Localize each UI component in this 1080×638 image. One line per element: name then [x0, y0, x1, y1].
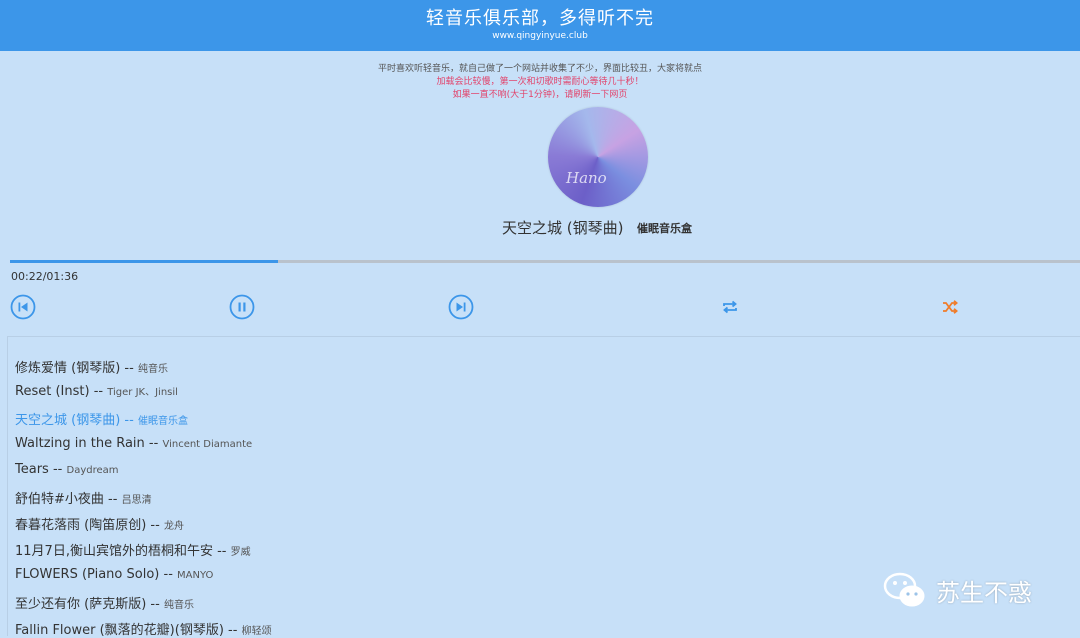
playlist-item-artist: Tiger JK、Jinsil — [107, 387, 178, 398]
playlist-item-artist: Daydream — [66, 465, 119, 476]
playlist-item-artist: MANYO — [177, 570, 214, 581]
playlist-item[interactable]: 舒伯特#小夜曲 -- 吕思清 — [15, 488, 152, 507]
playlist-item-separator: -- — [148, 436, 159, 451]
playlist-item-separator: -- — [124, 413, 134, 428]
playlist-item-artist: 罗威 — [230, 547, 251, 558]
playlist-item-title: 11月7日,衡山宾馆外的梧桐和午安 — [15, 544, 213, 559]
time-display: 00:22/01:36 — [11, 270, 79, 283]
now-playing-title: 天空之城 (钢琴曲) — [502, 219, 624, 237]
shuffle-icon — [943, 300, 958, 314]
playlist-item[interactable]: 春暮花落雨 (陶笛原创) -- 龙舟 — [15, 514, 184, 533]
playlist-item-title: 至少还有你 (萨克斯版) — [15, 597, 147, 612]
shuffle-button[interactable] — [937, 294, 963, 320]
playlist-item-separator: -- — [93, 384, 104, 399]
watermark-text: 苏生不惑 — [936, 578, 1032, 607]
notice-intro: 平时喜欢听轻音乐，就自己做了一个网站并收集了不少，界面比较丑，大家将就点 — [377, 64, 702, 74]
notice-loading: 加载会比较慢，第一次和切歌时需耐心等待几十秒！ — [436, 77, 644, 87]
album-cover: Hano — [548, 107, 648, 207]
playlist-item-artist: Vincent Diamante — [162, 439, 253, 450]
playlist-item-separator: -- — [108, 492, 118, 507]
playlist-item-title: Reset (Inst) — [15, 384, 90, 399]
playlist-item[interactable]: FLOWERS (Piano Solo) -- MANYO — [15, 567, 213, 582]
pause-icon — [229, 294, 255, 320]
playlist-item-separator: -- — [150, 597, 160, 612]
playlist-item-title: 天空之城 (钢琴曲) — [15, 413, 121, 428]
playlist-item-separator: -- — [163, 567, 173, 582]
playlist-item-artist: 纯音乐 — [163, 600, 194, 611]
playlist-item-artist: 柳轻颂 — [241, 626, 272, 637]
playlist-item-artist: 龙舟 — [163, 521, 184, 532]
progress-fill — [10, 260, 278, 263]
playlist-item-artist: 催眠音乐盒 — [137, 416, 188, 427]
playlist-item[interactable]: Reset (Inst) -- Tiger JK、Jinsil — [15, 383, 178, 399]
now-playing-artist: 催眠音乐盒 — [637, 222, 692, 235]
pause-button[interactable] — [229, 294, 255, 320]
wechat-icon — [883, 572, 925, 607]
playlist-item-title: 春暮花落雨 (陶笛原创) — [15, 518, 147, 533]
previous-button[interactable] — [10, 294, 36, 320]
site-title: 轻音乐俱乐部，多得听不完 — [426, 8, 654, 29]
repeat-button[interactable] — [717, 294, 743, 320]
playlist-item-title: Waltzing in the Rain — [15, 436, 145, 451]
next-button[interactable] — [448, 294, 474, 320]
skip-previous-icon — [10, 294, 36, 320]
playlist-item[interactable]: Tears -- Daydream — [15, 462, 119, 477]
playlist-item[interactable]: 天空之城 (钢琴曲) -- 催眠音乐盒 — [15, 409, 188, 428]
playlist-item-separator: -- — [228, 623, 238, 638]
cover-text: Hano — [566, 169, 607, 187]
playlist-item-artist: 吕思清 — [121, 495, 152, 506]
playlist-item-title: Tears — [15, 462, 49, 477]
site-header: 轻音乐俱乐部，多得听不完 www.qingyinyue.club — [0, 0, 1080, 51]
playlist-item[interactable]: 修炼爱情 (钢琴版) -- 纯音乐 — [15, 357, 168, 376]
repeat-icon — [723, 300, 737, 314]
playlist-item-separator: -- — [150, 518, 160, 533]
playlist-item[interactable]: 11月7日,衡山宾馆外的梧桐和午安 -- 罗威 — [15, 540, 251, 559]
notice-refresh: 如果一直不响(大于1分钟)，请刷新一下网页 — [452, 90, 628, 100]
playlist-item[interactable]: 至少还有你 (萨克斯版) -- 纯音乐 — [15, 593, 194, 612]
playlist-item-title: FLOWERS (Piano Solo) — [15, 567, 160, 582]
playlist-item-title: 修炼爱情 (钢琴版) — [15, 361, 121, 376]
playlist-item-separator: -- — [124, 361, 134, 376]
playlist-item[interactable]: Waltzing in the Rain -- Vincent Diamante — [15, 436, 252, 451]
site-url[interactable]: www.qingyinyue.club — [0, 31, 1080, 41]
progress-bar[interactable] — [10, 260, 1080, 263]
playlist-item-title: Fallin Flower (飘落的花瓣)(钢琴版) — [15, 623, 224, 638]
playlist-item[interactable]: Fallin Flower (飘落的花瓣)(钢琴版) -- 柳轻颂 — [15, 619, 272, 638]
playlist-item-separator: -- — [217, 544, 227, 559]
playlist-item-title: 舒伯特#小夜曲 — [15, 492, 104, 507]
playlist-item-separator: -- — [52, 462, 63, 477]
watermark: 苏生不惑 — [882, 570, 1032, 610]
playlist-item-artist: 纯音乐 — [137, 364, 168, 375]
skip-next-icon — [448, 294, 474, 320]
